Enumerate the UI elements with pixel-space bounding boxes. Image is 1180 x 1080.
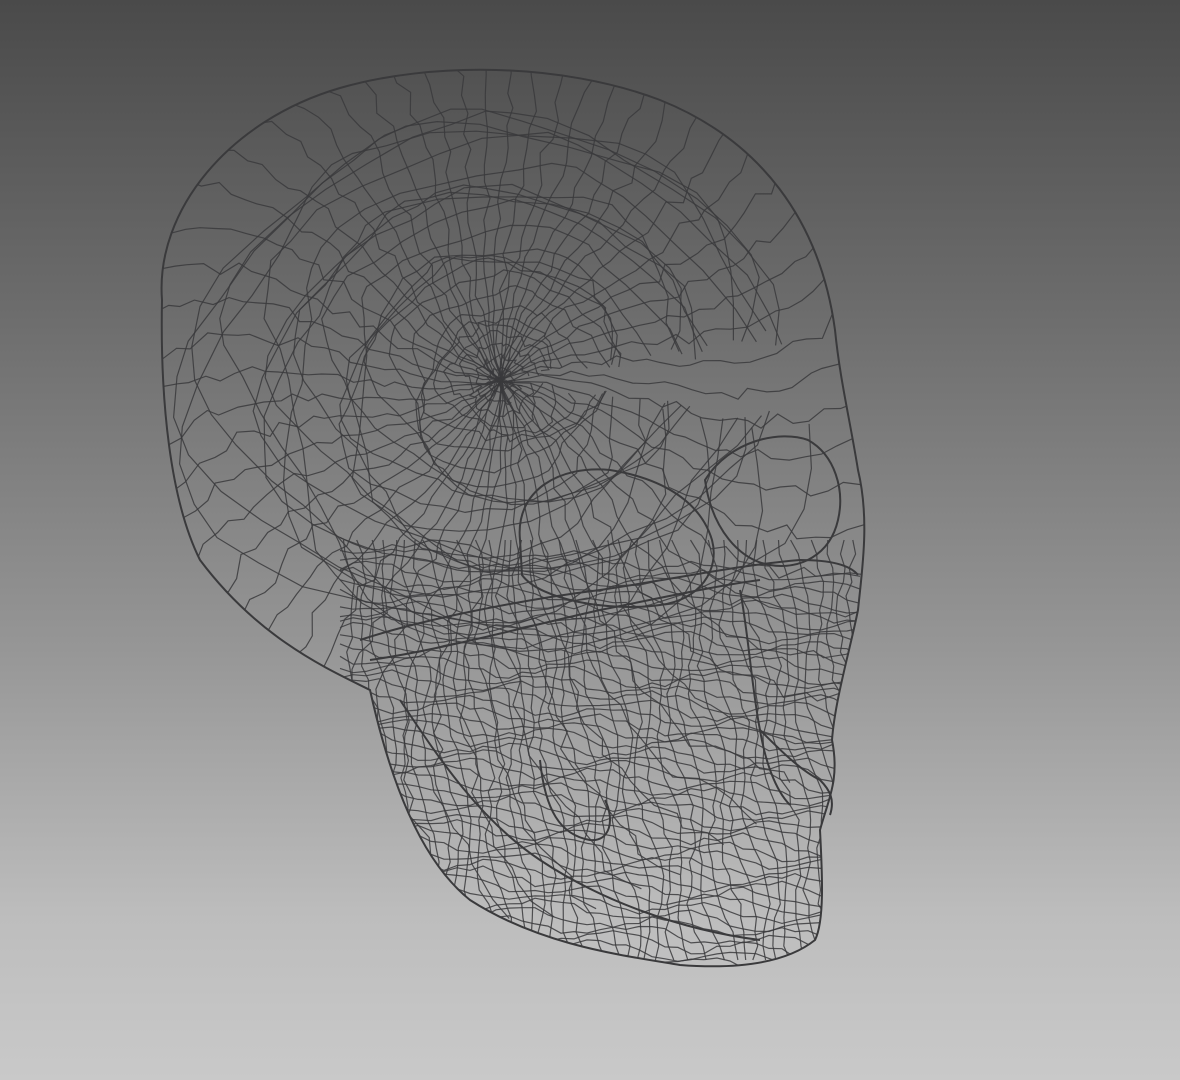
mesh-meridian	[497, 118, 865, 382]
mesh-face-line	[339, 894, 861, 948]
cranium-contour	[160, 68, 866, 968]
mesh-face-line	[339, 678, 861, 730]
mesh-meridian	[161, 382, 501, 704]
mesh-meridian	[500, 69, 858, 380]
mesh-meridian	[174, 69, 499, 378]
mesh-face-line	[845, 539, 865, 961]
mesh-meridian	[161, 227, 502, 383]
mesh-meridian	[497, 69, 827, 379]
mesh-meridian	[499, 382, 865, 659]
mesh-meridian	[500, 379, 865, 540]
mesh-meridian	[161, 380, 500, 591]
mesh-face-line	[339, 832, 861, 884]
mandible-notch	[539, 759, 611, 842]
mesh-face-line	[835, 539, 865, 961]
mesh-face-line	[339, 800, 861, 857]
mesh-meridian	[240, 69, 499, 384]
mesh-meridian	[161, 69, 503, 381]
mesh-face-line	[777, 539, 841, 961]
mesh-meridian	[432, 382, 510, 919]
mesh-meridian	[315, 69, 502, 378]
skull-wireframe-model[interactable]	[0, 0, 1180, 1080]
mesh-meridian	[362, 69, 504, 378]
mesh-meridian	[167, 381, 502, 744]
mesh-meridian	[161, 366, 498, 493]
skull-outline	[160, 68, 866, 968]
mesh-face-line	[339, 889, 861, 937]
mesh-ring	[345, 254, 614, 506]
mesh-meridian	[161, 140, 501, 382]
wire-mesh	[161, 69, 865, 967]
mesh-face-line	[412, 539, 474, 961]
mesh-face-line	[339, 731, 861, 786]
mesh-meridian	[500, 69, 766, 383]
mesh-face-line	[339, 879, 861, 925]
mesh-meridian	[500, 332, 865, 429]
mesh-meridian	[161, 296, 499, 381]
mesh-face-line	[339, 588, 861, 636]
mesh-meridian	[161, 380, 501, 550]
mesh-meridian	[402, 380, 504, 920]
3d-viewport[interactable]	[0, 0, 1180, 1080]
mesh-ring	[252, 191, 711, 570]
